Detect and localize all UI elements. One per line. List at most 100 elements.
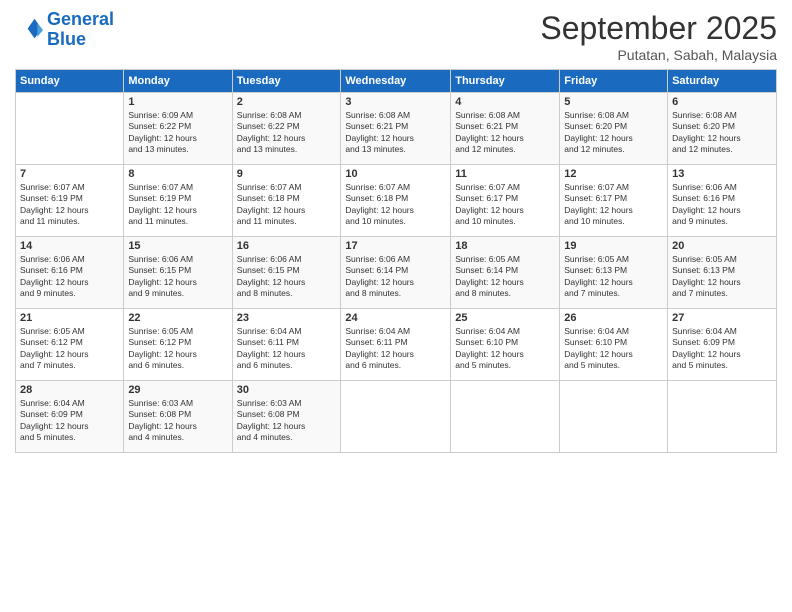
day-number: 29 [128,384,227,396]
calendar-cell: 18 Sunrise: 6:05 AMSunset: 6:14 PMDayligh… [451,237,560,309]
day-info: Sunrise: 6:04 AMSunset: 6:10 PMDaylight:… [455,326,555,372]
day-info: Sunrise: 6:05 AMSunset: 6:12 PMDaylight:… [20,326,119,372]
col-header-monday: Monday [124,70,232,93]
day-info: Sunrise: 6:04 AMSunset: 6:11 PMDaylight:… [345,326,446,372]
calendar-cell: 2 Sunrise: 6:08 AMSunset: 6:22 PMDaylight… [232,93,341,165]
calendar-cell: 28 Sunrise: 6:04 AMSunset: 6:09 PMDayligh… [16,381,124,453]
day-info: Sunrise: 6:07 AMSunset: 6:18 PMDaylight:… [345,182,446,228]
calendar-cell: 30 Sunrise: 6:03 AMSunset: 6:08 PMDayligh… [232,381,341,453]
day-info: Sunrise: 6:04 AMSunset: 6:09 PMDaylight:… [20,398,119,444]
logo-icon [15,16,43,44]
header-row: SundayMondayTuesdayWednesdayThursdayFrid… [16,70,777,93]
header: General Blue September 2025 Putatan, Sab… [15,10,777,63]
day-info: Sunrise: 6:05 AMSunset: 6:13 PMDaylight:… [672,254,772,300]
day-info: Sunrise: 6:08 AMSunset: 6:22 PMDaylight:… [237,110,337,156]
calendar-cell: 3Sunrise: 6:08 AMSunset: 6:21 PMDaylight… [341,93,451,165]
day-info: Sunrise: 6:08 AMSunset: 6:20 PMDaylight:… [564,110,663,156]
day-number: 27 [672,312,772,324]
calendar-cell [341,381,451,453]
day-number: 3 [345,96,446,108]
col-header-friday: Friday [560,70,668,93]
calendar-cell [560,381,668,453]
calendar-cell: 7Sunrise: 6:07 AMSunset: 6:19 PMDaylight… [16,165,124,237]
calendar-cell [16,93,124,165]
day-number: 10 [345,168,446,180]
day-number: 23 [237,312,337,324]
day-number: 2 [237,96,337,108]
calendar-cell: 25 Sunrise: 6:04 AMSunset: 6:10 PMDayligh… [451,309,560,381]
calendar-cell: 16 Sunrise: 6:06 AMSunset: 6:15 PMDayligh… [232,237,341,309]
calendar-cell: 9 Sunrise: 6:07 AMSunset: 6:18 PMDaylight… [232,165,341,237]
day-number: 22 [128,312,227,324]
day-number: 12 [564,168,663,180]
week-row-5: 28 Sunrise: 6:04 AMSunset: 6:09 PMDayligh… [16,381,777,453]
logo-line1: General [47,9,114,29]
day-number: 19 [564,240,663,252]
calendar-cell: 8 Sunrise: 6:07 AMSunset: 6:19 PMDaylight… [124,165,232,237]
calendar-cell: 5 Sunrise: 6:08 AMSunset: 6:20 PMDaylight… [560,93,668,165]
calendar-cell: 6 Sunrise: 6:08 AMSunset: 6:20 PMDaylight… [668,93,777,165]
day-number: 15 [128,240,227,252]
calendar-cell: 20 Sunrise: 6:05 AMSunset: 6:13 PMDayligh… [668,237,777,309]
day-number: 4 [455,96,555,108]
day-number: 16 [237,240,337,252]
title-block: September 2025 Putatan, Sabah, Malaysia [540,10,777,63]
day-number: 5 [564,96,663,108]
day-number: 30 [237,384,337,396]
day-info: Sunrise: 6:04 AMSunset: 6:10 PMDaylight:… [564,326,663,372]
calendar-cell: 27Sunrise: 6:04 AMSunset: 6:09 PMDayligh… [668,309,777,381]
day-info: Sunrise: 6:07 AMSunset: 6:19 PMDaylight:… [128,182,227,228]
week-row-3: 14Sunrise: 6:06 AMSunset: 6:16 PMDayligh… [16,237,777,309]
logo-line2: Blue [47,29,86,49]
day-number: 17 [345,240,446,252]
day-number: 6 [672,96,772,108]
calendar-table: SundayMondayTuesdayWednesdayThursdayFrid… [15,69,777,453]
day-info: Sunrise: 6:04 AMSunset: 6:11 PMDaylight:… [237,326,337,372]
calendar-cell: 29 Sunrise: 6:03 AMSunset: 6:08 PMDayligh… [124,381,232,453]
week-row-1: 1Sunrise: 6:09 AMSunset: 6:22 PMDaylight… [16,93,777,165]
calendar-cell: 15Sunrise: 6:06 AMSunset: 6:15 PMDayligh… [124,237,232,309]
day-number: 18 [455,240,555,252]
day-info: Sunrise: 6:07 AMSunset: 6:17 PMDaylight:… [564,182,663,228]
location-subtitle: Putatan, Sabah, Malaysia [540,47,777,63]
calendar-cell: 24Sunrise: 6:04 AMSunset: 6:11 PMDayligh… [341,309,451,381]
col-header-sunday: Sunday [16,70,124,93]
calendar-cell: 26Sunrise: 6:04 AMSunset: 6:10 PMDayligh… [560,309,668,381]
month-title: September 2025 [540,10,777,47]
day-info: Sunrise: 6:03 AMSunset: 6:08 PMDaylight:… [128,398,227,444]
day-number: 21 [20,312,119,324]
day-info: Sunrise: 6:08 AMSunset: 6:20 PMDaylight:… [672,110,772,156]
calendar-cell: 14Sunrise: 6:06 AMSunset: 6:16 PMDayligh… [16,237,124,309]
day-number: 20 [672,240,772,252]
col-header-saturday: Saturday [668,70,777,93]
day-number: 25 [455,312,555,324]
week-row-4: 21 Sunrise: 6:05 AMSunset: 6:12 PMDayligh… [16,309,777,381]
day-info: Sunrise: 6:06 AMSunset: 6:15 PMDaylight:… [237,254,337,300]
calendar-cell: 17Sunrise: 6:06 AMSunset: 6:14 PMDayligh… [341,237,451,309]
page: General Blue September 2025 Putatan, Sab… [0,0,792,612]
day-info: Sunrise: 6:03 AMSunset: 6:08 PMDaylight:… [237,398,337,444]
day-number: 9 [237,168,337,180]
calendar-cell: 13 Sunrise: 6:06 AMSunset: 6:16 PMDayligh… [668,165,777,237]
col-header-thursday: Thursday [451,70,560,93]
day-info: Sunrise: 6:07 AMSunset: 6:18 PMDaylight:… [237,182,337,228]
day-number: 1 [128,96,227,108]
calendar-cell [451,381,560,453]
day-info: Sunrise: 6:06 AMSunset: 6:16 PMDaylight:… [672,182,772,228]
calendar-cell: 23 Sunrise: 6:04 AMSunset: 6:11 PMDayligh… [232,309,341,381]
calendar-cell: 19Sunrise: 6:05 AMSunset: 6:13 PMDayligh… [560,237,668,309]
day-info: Sunrise: 6:08 AMSunset: 6:21 PMDaylight:… [455,110,555,156]
calendar-cell: 10 Sunrise: 6:07 AMSunset: 6:18 PMDayligh… [341,165,451,237]
day-number: 11 [455,168,555,180]
day-info: Sunrise: 6:05 AMSunset: 6:12 PMDaylight:… [128,326,227,372]
day-number: 14 [20,240,119,252]
day-number: 8 [128,168,227,180]
day-number: 7 [20,168,119,180]
calendar-cell: 12 Sunrise: 6:07 AMSunset: 6:17 PMDayligh… [560,165,668,237]
day-number: 28 [20,384,119,396]
logo: General Blue [15,10,114,50]
day-number: 13 [672,168,772,180]
week-row-2: 7 Sunrise: 6:07 AMSunset: 6:19 PMDaylight… [16,165,777,237]
day-info: Sunrise: 6:05 AMSunset: 6:14 PMDaylight:… [455,254,555,300]
col-header-wednesday: Wednesday [341,70,451,93]
